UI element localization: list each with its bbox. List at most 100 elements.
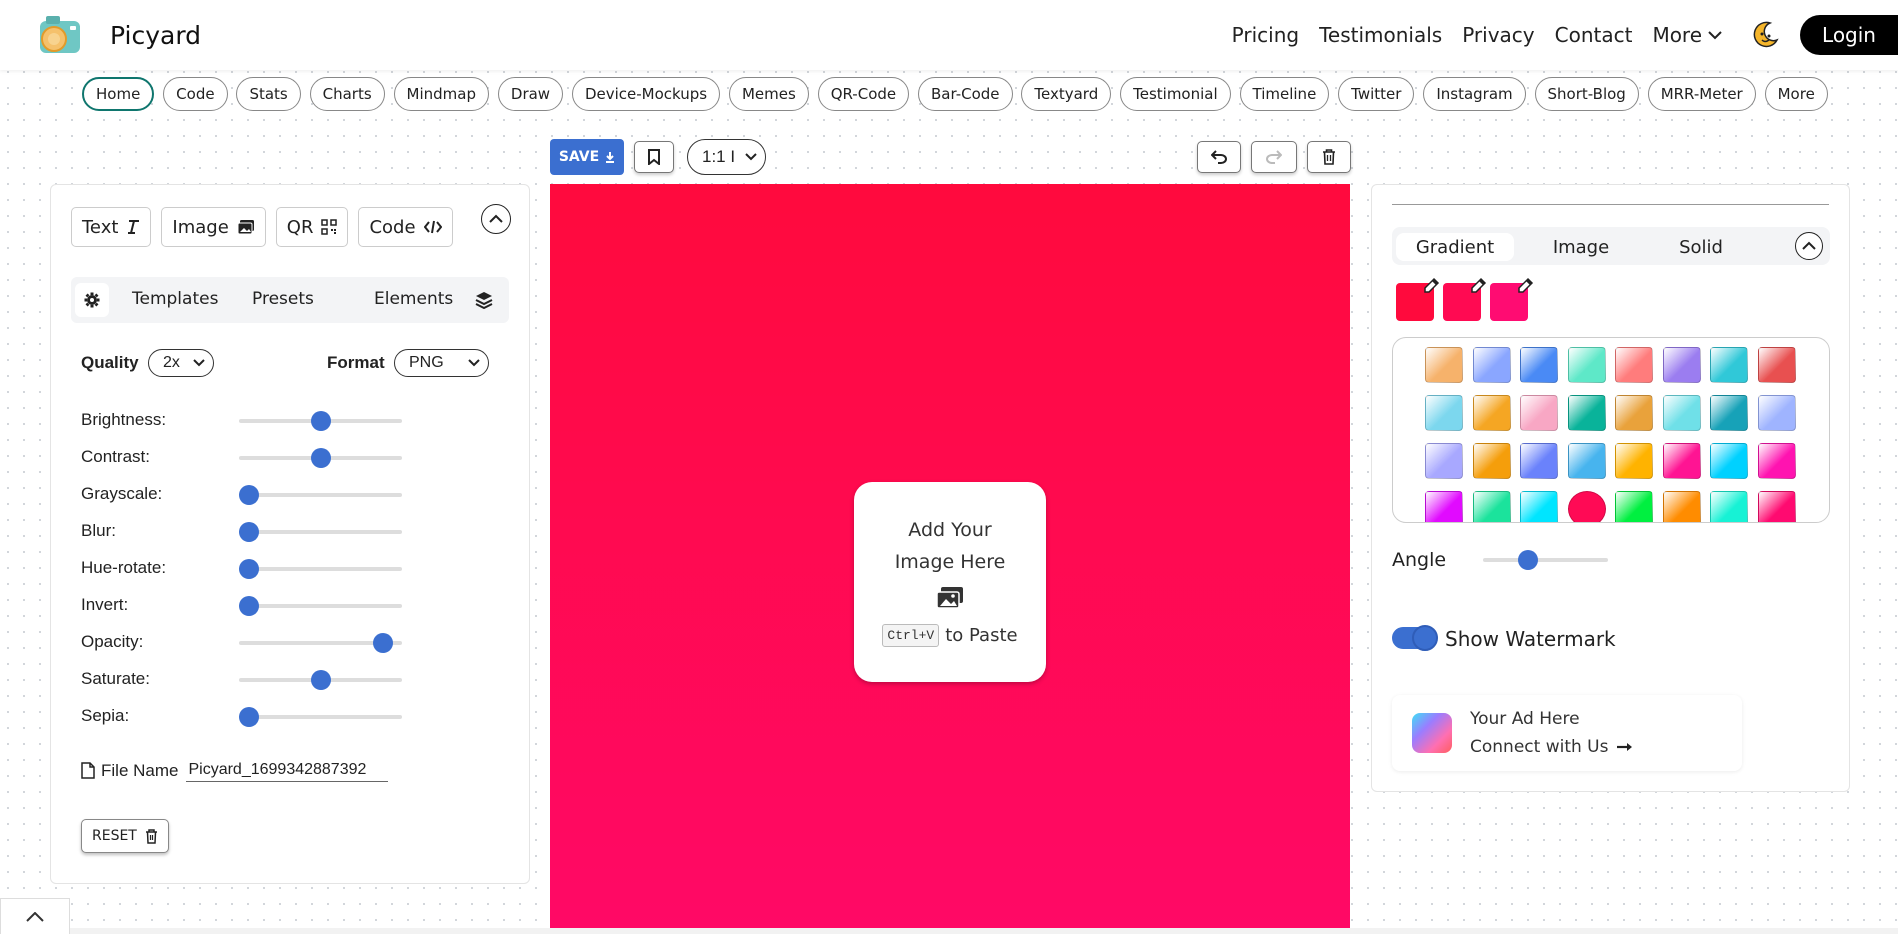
tab-image[interactable]: Image: [1522, 233, 1640, 261]
gradient-swatch[interactable]: [1472, 443, 1511, 479]
nav-testimonials[interactable]: Testimonials: [1319, 23, 1442, 47]
nav-pricing[interactable]: Pricing: [1232, 23, 1299, 47]
blur-slider[interactable]: [239, 522, 402, 542]
gradient-swatch[interactable]: [1710, 491, 1748, 522]
nav-more-dropdown[interactable]: More: [1652, 23, 1722, 47]
add-code-button[interactable]: Code: [358, 207, 453, 247]
pill-mrr-meter[interactable]: MRR-Meter: [1647, 77, 1756, 111]
add-qr-button[interactable]: QR: [275, 207, 349, 247]
pill-code[interactable]: Code: [163, 77, 228, 111]
pill-home[interactable]: Home: [82, 77, 155, 111]
design-canvas[interactable]: Add Your Image Here Ctrl+V to Paste: [550, 184, 1350, 930]
gradient-swatch[interactable]: [1472, 347, 1511, 383]
ad-link[interactable]: Connect with Us: [1470, 737, 1634, 757]
quality-select[interactable]: 2x: [148, 349, 214, 377]
gradient-color-2[interactable]: [1443, 277, 1487, 321]
slider-thumb[interactable]: [310, 670, 331, 690]
grayscale-slider[interactable]: [239, 485, 402, 505]
gradient-swatch[interactable]: [1472, 491, 1511, 522]
contrast-slider[interactable]: [239, 448, 402, 468]
pill-testimonial[interactable]: Testimonial: [1120, 77, 1231, 111]
slider-thumb[interactable]: [239, 485, 259, 505]
saturate-slider[interactable]: [239, 670, 402, 690]
gradient-swatch[interactable]: [1757, 395, 1796, 431]
layers-icon[interactable]: [475, 291, 493, 309]
gradient-swatch[interactable]: [1710, 443, 1748, 479]
slider-thumb[interactable]: [373, 633, 394, 653]
gradient-swatch[interactable]: [1520, 395, 1558, 431]
pill-mindmap[interactable]: Mindmap: [393, 77, 490, 111]
delete-button[interactable]: [1307, 141, 1351, 173]
gradient-swatch[interactable]: [1662, 347, 1701, 383]
sepia-slider[interactable]: [239, 707, 402, 727]
angle-slider[interactable]: [1483, 550, 1608, 570]
slider-thumb[interactable]: [310, 448, 331, 468]
pill-draw[interactable]: Draw: [497, 77, 564, 111]
add-text-button[interactable]: Text: [71, 207, 152, 247]
opacity-slider[interactable]: [239, 633, 402, 653]
gradient-swatch[interactable]: [1757, 491, 1796, 522]
pill-twitter[interactable]: Twitter: [1338, 77, 1415, 111]
gradient-swatch[interactable]: [1520, 443, 1558, 479]
ad-card[interactable]: Your Ad Here Connect with Us: [1392, 695, 1742, 771]
login-button[interactable]: Login: [1800, 15, 1898, 55]
gradient-swatch[interactable]: [1662, 443, 1701, 479]
collapse-settings-button[interactable]: [481, 204, 511, 234]
nav-contact[interactable]: Contact: [1555, 23, 1633, 47]
pill-stats[interactable]: Stats: [236, 77, 301, 111]
gradient-swatch[interactable]: [1615, 347, 1653, 383]
bookmark-button[interactable]: [634, 141, 674, 173]
gradient-swatch[interactable]: [1615, 491, 1653, 522]
pill-bar-code[interactable]: Bar-Code: [918, 77, 1013, 111]
gradient-swatch[interactable]: [1425, 491, 1463, 522]
gradient-swatch[interactable]: [1662, 395, 1701, 431]
pill-timeline[interactable]: Timeline: [1239, 77, 1330, 111]
slider-thumb[interactable]: [239, 522, 259, 542]
gradient-swatch[interactable]: [1425, 395, 1463, 431]
pill-instagram[interactable]: Instagram: [1423, 77, 1526, 111]
slider-thumb[interactable]: [1517, 550, 1538, 570]
pill-textyard[interactable]: Textyard: [1021, 77, 1112, 111]
gradient-swatch[interactable]: [1567, 347, 1606, 383]
collapse-background-button[interactable]: [1795, 232, 1823, 260]
gradient-color-3[interactable]: [1490, 277, 1534, 321]
gradient-swatch[interactable]: [1567, 443, 1606, 479]
slider-thumb[interactable]: [239, 559, 259, 579]
slider-thumb[interactable]: [239, 707, 259, 727]
format-select[interactable]: PNG: [394, 349, 489, 377]
hue-rotate-slider[interactable]: [239, 559, 402, 579]
gradient-swatch[interactable]: [1520, 491, 1558, 522]
redo-button[interactable]: [1251, 141, 1297, 173]
slider-thumb[interactable]: [310, 411, 331, 431]
watermark-toggle[interactable]: [1392, 625, 1438, 651]
tab-elements[interactable]: Elements: [374, 289, 453, 309]
brightness-slider[interactable]: [239, 411, 402, 431]
settings-tab[interactable]: [75, 283, 109, 317]
tab-presets[interactable]: Presets: [252, 289, 314, 309]
gradient-swatch[interactable]: [1615, 443, 1653, 479]
gradient-color-1[interactable]: [1396, 277, 1440, 321]
gradient-swatch[interactable]: [1567, 395, 1606, 431]
gradient-swatch[interactable]: [1472, 395, 1511, 431]
invert-slider[interactable]: [239, 596, 402, 616]
gradient-swatch[interactable]: [1520, 347, 1558, 383]
pill-memes[interactable]: Memes: [728, 77, 809, 111]
pill-device-mockups[interactable]: Device-Mockups: [571, 77, 721, 111]
add-image-button[interactable]: Image: [161, 207, 266, 247]
moon-theme-icon[interactable]: [1750, 20, 1780, 50]
slider-thumb[interactable]: [239, 596, 259, 616]
pill-charts[interactable]: Charts: [309, 77, 385, 111]
brand[interactable]: Picyard: [36, 13, 201, 57]
gradient-swatch[interactable]: [1662, 491, 1701, 522]
pill-short-blog[interactable]: Short-Blog: [1534, 77, 1639, 111]
save-button[interactable]: SAVE: [550, 139, 624, 175]
undo-button[interactable]: [1197, 141, 1241, 173]
gradient-swatch[interactable]: [1757, 347, 1796, 383]
pill-more[interactable]: More: [1764, 77, 1828, 111]
gradient-swatch[interactable]: [1567, 491, 1606, 522]
aspect-ratio-select[interactable]: 1:1 I: [687, 139, 766, 175]
nav-privacy[interactable]: Privacy: [1462, 23, 1534, 47]
image-drop-zone[interactable]: Add Your Image Here Ctrl+V to Paste: [854, 482, 1046, 682]
file-name-input[interactable]: [186, 759, 389, 782]
tab-templates[interactable]: Templates: [132, 289, 218, 309]
